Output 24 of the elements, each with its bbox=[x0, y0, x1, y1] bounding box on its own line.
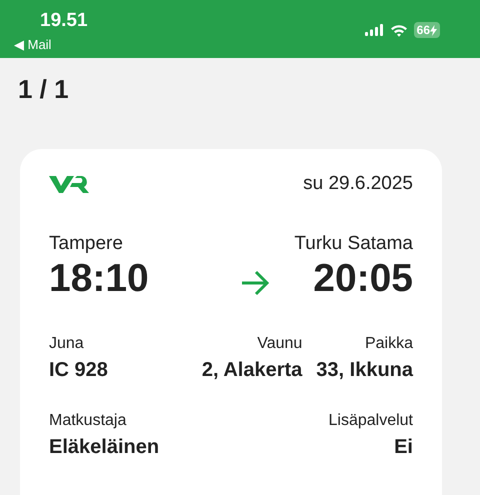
detail-label: Lisäpalvelut bbox=[328, 412, 413, 430]
detail-label: Matkustaja bbox=[49, 412, 126, 430]
arrival-station: Turku Satama bbox=[294, 233, 413, 255]
page-counter: 1 / 1 bbox=[18, 74, 70, 105]
departure-station: Tampere bbox=[49, 233, 123, 255]
detail-value: Eläkeläinen bbox=[49, 436, 160, 459]
detail-label: Vaunu bbox=[257, 335, 302, 353]
departure-time: 18:10 bbox=[49, 257, 149, 301]
arrow-right-icon bbox=[240, 270, 270, 296]
signal-icon bbox=[364, 24, 384, 36]
detail-label: Juna bbox=[49, 335, 84, 353]
status-time: 19.51 bbox=[40, 10, 88, 32]
detail-value: IC 928 bbox=[49, 359, 108, 382]
detail-value: 33, Ikkuna bbox=[316, 359, 413, 382]
logo-icon bbox=[49, 174, 89, 194]
charging-icon bbox=[430, 24, 437, 36]
detail-label: Paikka bbox=[364, 335, 413, 353]
detail-value: 2, Alakerta bbox=[202, 359, 302, 382]
travel-date: su 29.6.2025 bbox=[303, 173, 413, 195]
back-link[interactable]: ◀ Mail bbox=[14, 37, 88, 53]
wifi-icon bbox=[390, 24, 408, 36]
arrival-time: 20:05 bbox=[313, 257, 413, 301]
detail-value: Ei bbox=[394, 436, 413, 459]
battery-level: 66 bbox=[416, 23, 430, 37]
